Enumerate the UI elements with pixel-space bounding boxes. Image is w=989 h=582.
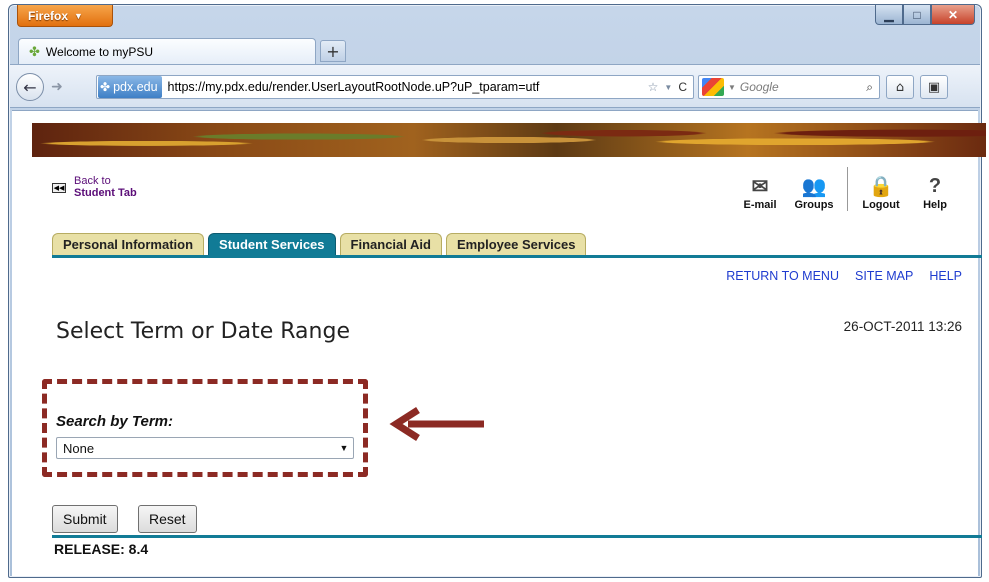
- release-text: RELEASE: 8.4: [54, 541, 149, 557]
- firefox-menu-button[interactable]: Firefox ▼: [17, 5, 113, 27]
- back-link-line1: Back to: [74, 175, 111, 187]
- lock-icon: 🔒: [868, 175, 894, 198]
- site-identity-label: pdx.edu: [113, 80, 158, 94]
- chevron-down-icon: ▼: [74, 10, 83, 21]
- maximize-button[interactable]: □: [903, 5, 931, 25]
- close-button[interactable]: ✕: [931, 5, 975, 25]
- site-favicon-icon: ✤: [100, 80, 111, 94]
- page-content: ◀◀ Back to Student Tab ✉ E-mail 👥 Groups…: [12, 110, 986, 576]
- rewind-icon: ◀◀: [52, 183, 66, 193]
- star-icon[interactable]: ☆: [648, 80, 659, 94]
- dropdown-icon[interactable]: ▼: [728, 83, 736, 92]
- return-to-menu-link[interactable]: RETURN TO MENU: [726, 269, 839, 283]
- portal-banner-image: [32, 123, 986, 157]
- tab-student-services[interactable]: Student Services: [208, 233, 336, 255]
- tab-employee-services[interactable]: Employee Services: [445, 233, 587, 255]
- site-identity-badge[interactable]: ✤ pdx.edu: [98, 76, 162, 98]
- history-buttons: ← ➜: [16, 73, 76, 101]
- site-map-link[interactable]: SITE MAP: [855, 269, 913, 283]
- portal-tabs: Personal Information Student Services Fi…: [52, 233, 590, 255]
- back-arrow-icon: ←: [23, 77, 37, 97]
- chevron-down-icon: ▼: [339, 443, 349, 453]
- forward-button[interactable]: ➜: [44, 76, 70, 98]
- portal-toolbar: ✉ E-mail 👥 Groups 🔒 Logout ? Help: [733, 167, 962, 211]
- back-to-student-tab-link[interactable]: ◀◀ Back to Student Tab: [52, 175, 137, 199]
- url-actions: ☆ ▼ C: [648, 80, 693, 94]
- term-select[interactable]: None ▼: [56, 437, 354, 459]
- new-tab-button[interactable]: +: [320, 40, 346, 62]
- groups-label: Groups: [794, 199, 834, 211]
- page-title: Select Term or Date Range: [56, 319, 350, 344]
- site-favicon-icon: ✤: [29, 43, 40, 59]
- groups-tool[interactable]: 👥 Groups: [787, 173, 841, 212]
- search-icon[interactable]: ⌕: [866, 80, 873, 95]
- back-link-text[interactable]: Back to Student Tab: [74, 175, 137, 199]
- search-placeholder[interactable]: Google: [740, 80, 866, 94]
- tab-personal-information[interactable]: Personal Information: [52, 233, 205, 255]
- email-label: E-mail: [743, 199, 777, 211]
- forward-arrow-icon: ➜: [51, 79, 63, 95]
- logout-tool[interactable]: 🔒 Logout: [854, 173, 908, 212]
- search-by-term-label: Search by Term:: [56, 413, 173, 430]
- tab-underline: [52, 255, 982, 258]
- search-bar[interactable]: ▼ Google ⌕: [698, 75, 880, 99]
- logout-label: Logout: [862, 199, 900, 211]
- timestamp: 26-OCT-2011 13:26: [843, 319, 962, 334]
- firefox-menu-label: Firefox: [28, 8, 69, 23]
- plus-icon: +: [326, 41, 340, 61]
- url-text[interactable]: https://my.pdx.edu/render.UserLayoutRoot…: [168, 80, 648, 94]
- bookmarks-button[interactable]: ▣: [920, 75, 948, 99]
- annotation-arrow-icon: [389, 407, 484, 441]
- address-bar[interactable]: ✤ pdx.edu https://my.pdx.edu/render.User…: [96, 75, 694, 99]
- back-button[interactable]: ←: [16, 73, 44, 101]
- term-select-value: None: [63, 440, 95, 456]
- home-button[interactable]: ⌂: [886, 75, 914, 99]
- back-link-line2: Student Tab: [74, 187, 137, 199]
- reset-button[interactable]: Reset: [138, 505, 197, 533]
- browser-tab[interactable]: ✤ Welcome to myPSU: [18, 38, 316, 64]
- dropdown-icon[interactable]: ▼: [664, 83, 672, 92]
- people-icon: 👥: [801, 175, 827, 198]
- google-icon[interactable]: [702, 78, 724, 96]
- email-tool[interactable]: ✉ E-mail: [733, 173, 787, 212]
- minimize-button[interactable]: ▁: [875, 5, 903, 25]
- tab-title: Welcome to myPSU: [45, 44, 154, 59]
- footer-divider: [52, 535, 982, 538]
- envelope-icon: ✉: [751, 175, 769, 198]
- question-icon: ?: [928, 174, 942, 197]
- toolbar-divider: [847, 167, 848, 211]
- help-link[interactable]: HELP: [929, 269, 962, 283]
- reload-icon[interactable]: C: [678, 80, 687, 94]
- navigation-toolbar: ← ➜ ✤ pdx.edu https://my.pdx.edu/render.…: [10, 64, 980, 108]
- window-controls: ▁ □ ✕: [875, 5, 975, 25]
- bookmark-icon: ▣: [927, 79, 941, 95]
- page-links: RETURN TO MENU SITE MAP HELP: [726, 269, 962, 283]
- tab-financial-aid[interactable]: Financial Aid: [339, 233, 442, 255]
- help-tool[interactable]: ? Help: [908, 173, 962, 212]
- help-label: Help: [923, 199, 947, 211]
- submit-button[interactable]: Submit: [52, 505, 118, 533]
- home-icon: ⌂: [895, 79, 905, 95]
